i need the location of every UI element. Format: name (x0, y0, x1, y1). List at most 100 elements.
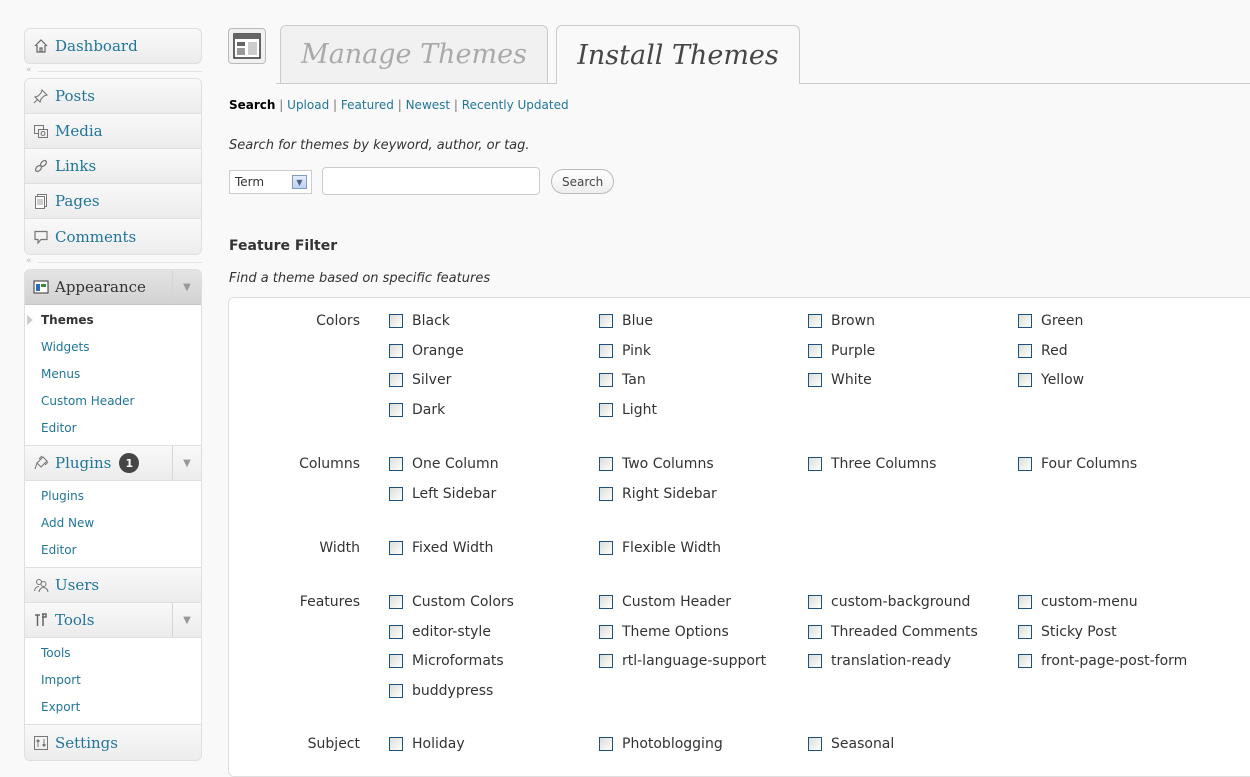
filter-option[interactable]: Red (1018, 343, 1068, 359)
filter-checkbox[interactable] (599, 373, 613, 387)
expand-arrow-icon[interactable]: ▼ (172, 603, 201, 637)
filter-option[interactable]: Brown (808, 313, 875, 329)
filter-checkbox[interactable] (389, 373, 403, 387)
filter-checkbox[interactable] (389, 314, 403, 328)
filter-option[interactable]: Orange (389, 343, 464, 359)
submenu-import[interactable]: Import (25, 667, 201, 694)
filter-checkbox[interactable] (389, 486, 403, 501)
submenu-plugins-list[interactable]: Plugins (25, 483, 201, 510)
menu-links[interactable]: Links (25, 149, 201, 184)
expand-arrow-icon[interactable]: ▼ (172, 446, 201, 480)
filter-option[interactable]: Fixed Width (389, 540, 493, 556)
filter-option[interactable]: Dark (389, 402, 445, 418)
submenu-add-new[interactable]: Add New (25, 510, 201, 537)
filter-option[interactable]: Silver (389, 372, 451, 388)
filter-option[interactable]: rtl-language-support (599, 653, 766, 669)
filter-checkbox[interactable] (599, 314, 613, 328)
filter-checkbox[interactable] (389, 457, 403, 471)
subnav-search[interactable]: Search (229, 98, 275, 112)
filter-option[interactable]: Custom Header (599, 594, 731, 610)
filter-checkbox[interactable] (808, 457, 822, 471)
filter-option[interactable]: editor-style (389, 624, 491, 640)
filter-checkbox[interactable] (389, 683, 403, 698)
filter-option[interactable]: Left Sidebar (389, 486, 496, 502)
menu-posts[interactable]: Posts (25, 79, 201, 114)
tab-manage-themes[interactable]: Manage Themes (280, 25, 548, 83)
filter-checkbox[interactable] (389, 737, 403, 751)
filter-option[interactable]: custom-menu (1018, 594, 1138, 610)
filter-option[interactable]: Flexible Width (599, 540, 721, 556)
filter-checkbox[interactable] (808, 343, 822, 358)
filter-checkbox[interactable] (599, 654, 613, 668)
filter-option[interactable]: Right Sidebar (599, 486, 717, 502)
filter-checkbox[interactable] (389, 595, 403, 609)
filter-checkbox[interactable] (808, 624, 822, 639)
filter-checkbox[interactable] (808, 314, 822, 328)
filter-checkbox[interactable] (599, 541, 613, 555)
filter-checkbox[interactable] (808, 595, 822, 609)
chevron-down-icon[interactable]: ▼ (292, 175, 307, 189)
filter-checkbox[interactable] (808, 373, 822, 387)
filter-checkbox[interactable] (808, 654, 822, 668)
filter-checkbox[interactable] (599, 486, 613, 501)
expand-arrow-icon[interactable]: ▼ (172, 270, 201, 304)
filter-option[interactable]: Custom Colors (389, 594, 514, 610)
subnav-recently-updated[interactable]: Recently Updated (462, 98, 569, 112)
submenu-tools-available[interactable]: Tools (25, 640, 201, 667)
menu-tools[interactable]: Tools ▼ (25, 603, 201, 638)
menu-media[interactable]: Media (25, 114, 201, 149)
filter-option[interactable]: Pink (599, 343, 651, 359)
submenu-appearance-editor[interactable]: Editor (25, 415, 201, 442)
filter-option[interactable]: One Column (389, 456, 499, 472)
filter-option[interactable]: Light (599, 402, 657, 418)
submenu-plugins-editor[interactable]: Editor (25, 537, 201, 564)
menu-settings[interactable]: Settings (25, 725, 201, 760)
submenu-export[interactable]: Export (25, 694, 201, 721)
filter-option[interactable]: Three Columns (808, 456, 936, 472)
filter-checkbox[interactable] (389, 624, 403, 639)
menu-comments[interactable]: Comments (25, 219, 201, 254)
filter-checkbox[interactable] (1018, 314, 1032, 328)
filter-option[interactable]: buddypress (389, 683, 493, 699)
submenu-custom-header[interactable]: Custom Header (25, 388, 201, 415)
filter-option[interactable]: Microformats (389, 653, 504, 669)
filter-checkbox[interactable] (1018, 595, 1032, 609)
filter-checkbox[interactable] (808, 737, 822, 751)
filter-option[interactable]: Green (1018, 313, 1083, 329)
filter-checkbox[interactable] (1018, 343, 1032, 358)
filter-checkbox[interactable] (599, 457, 613, 471)
tab-install-themes[interactable]: Install Themes (556, 25, 800, 84)
filter-checkbox[interactable] (1018, 654, 1032, 668)
filter-option[interactable]: Black (389, 313, 450, 329)
filter-option[interactable]: Tan (599, 372, 646, 388)
filter-option[interactable]: Four Columns (1018, 456, 1137, 472)
filter-checkbox[interactable] (599, 624, 613, 639)
filter-checkbox[interactable] (389, 402, 403, 417)
filter-option[interactable]: Seasonal (808, 736, 894, 752)
menu-appearance[interactable]: Appearance ▼ (25, 270, 201, 305)
submenu-menus[interactable]: Menus (25, 361, 201, 388)
search-input[interactable] (322, 167, 540, 195)
filter-option[interactable]: translation-ready (808, 653, 951, 669)
filter-option[interactable]: Theme Options (599, 624, 729, 640)
filter-checkbox[interactable] (599, 737, 613, 751)
filter-option[interactable]: Purple (808, 343, 875, 359)
filter-checkbox[interactable] (1018, 624, 1032, 639)
filter-checkbox[interactable] (599, 595, 613, 609)
filter-option[interactable]: White (808, 372, 872, 388)
menu-pages[interactable]: Pages (25, 184, 201, 219)
filter-checkbox[interactable] (389, 343, 403, 358)
filter-checkbox[interactable] (389, 654, 403, 668)
submenu-widgets[interactable]: Widgets (25, 334, 201, 361)
search-button[interactable]: Search (551, 169, 615, 194)
subnav-featured[interactable]: Featured (341, 98, 394, 112)
menu-users[interactable]: Users (25, 568, 201, 603)
menu-dashboard[interactable]: Dashboard (24, 28, 202, 64)
filter-option[interactable]: Photoblogging (599, 736, 723, 752)
filter-option[interactable]: custom-background (808, 594, 970, 610)
filter-checkbox[interactable] (599, 402, 613, 417)
filter-option[interactable]: Yellow (1018, 372, 1084, 388)
filter-option[interactable]: front-page-post-form (1018, 653, 1187, 669)
search-type-select[interactable]: Term ▼ (229, 170, 312, 194)
filter-checkbox[interactable] (1018, 457, 1032, 471)
